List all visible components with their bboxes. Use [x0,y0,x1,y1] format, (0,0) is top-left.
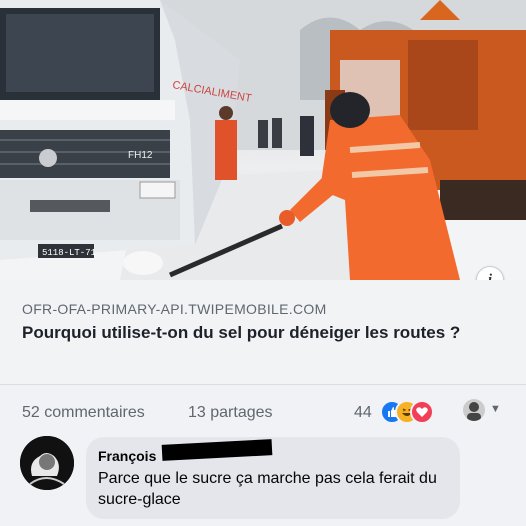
link-preview-card[interactable]: OFR-OFA-PRIMARY-API.TWIPEMOBILE.COM Pour… [0,280,526,384]
license-plate: 5118-LT-71 [42,248,96,258]
comment-text: Parce que le sucre ça marche pas cela fe… [98,470,437,508]
link-headline[interactable]: Pourquoi utilise-t-on du sel pour déneig… [22,321,492,345]
wow-icon [410,400,434,424]
reaction-count[interactable]: 44 [354,404,372,422]
shares-count-link[interactable]: 13 partages [188,404,273,422]
engagement-bar: 52 commentaires 13 partages 44 ▼ [0,385,526,431]
truck-model-badge: FH12 [128,150,153,161]
chevron-down-icon[interactable]: ▼ [490,403,501,415]
commenter-avatar[interactable] [20,436,74,490]
viewer-avatar[interactable] [463,399,485,421]
comment: François Parce que le sucre ça marche pa… [0,431,526,526]
snow-scene-illustration: 5118-LT-71 FH12 CALCIALIMENT [0,0,526,280]
article-photo[interactable]: 5118-LT-71 FH12 CALCIALIMENT i [0,0,526,280]
redaction-bar [161,439,273,461]
link-domain: OFR-OFA-PRIMARY-API.TWIPEMOBILE.COM [22,301,327,317]
comment-bubble: François Parce que le sucre ça marche pa… [86,437,460,519]
comments-count-link[interactable]: 52 commentaires [22,404,145,422]
comment-author[interactable]: François [98,448,156,464]
